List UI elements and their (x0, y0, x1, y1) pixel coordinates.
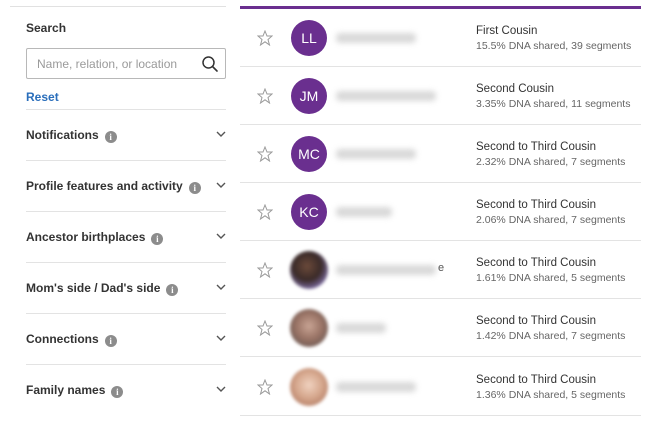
match-row[interactable]: MC Second to Third Cousin 2.32% DNA shar… (240, 125, 641, 183)
filter-notifications[interactable]: Notifications i (26, 109, 226, 160)
filter-label-text: Notifications (26, 128, 99, 142)
info-icon[interactable]: i (104, 335, 117, 347)
filter-label-ancestor-birthplaces: Ancestor birthplaces i (26, 230, 164, 245)
search-icon[interactable] (201, 55, 219, 73)
filter-label-text: Profile features and activity (26, 179, 183, 193)
filter-label-notifications: Notifications i (26, 128, 117, 143)
filter-connections[interactable]: Connections i (26, 313, 226, 364)
reset-link[interactable]: Reset (26, 90, 59, 104)
filter-label-connections: Connections i (26, 332, 117, 347)
dna-shared-info: 1.36% DNA shared, 5 segments (476, 389, 626, 401)
filter-label-moms-dads-side: Mom's side / Dad's side i (26, 281, 179, 296)
dna-shared-info: 15.5% DNA shared, 39 segments (476, 40, 632, 52)
match-name-fragment: e (438, 262, 445, 274)
filter-profile-features[interactable]: Profile features and activity i (26, 160, 226, 211)
chevron-down-icon[interactable] (216, 130, 226, 138)
avatar[interactable]: JM (291, 78, 327, 114)
match-row[interactable]: JM Second Cousin 3.35% DNA shared, 11 se… (240, 67, 641, 125)
filter-label-family-names: Family names i (26, 383, 124, 398)
relationship-label: Second to Third Cousin (476, 315, 596, 327)
filter-label-text: Ancestor birthplaces (26, 230, 146, 244)
chevron-down-icon[interactable] (216, 232, 226, 240)
match-row[interactable]: Second to Third Cousin 1.36% DNA shared,… (240, 358, 641, 416)
match-name-redacted[interactable] (336, 382, 416, 392)
chevron-down-icon[interactable] (216, 334, 226, 342)
filter-label-profile-features: Profile features and activity i (26, 179, 201, 194)
relationship-label: Second to Third Cousin (476, 199, 596, 211)
dna-shared-info: 2.32% DNA shared, 7 segments (476, 156, 626, 168)
avatar[interactable]: LL (291, 20, 327, 56)
search-field[interactable] (26, 48, 226, 79)
info-icon[interactable]: i (166, 284, 179, 296)
dna-shared-info: 1.42% DNA shared, 7 segments (476, 330, 626, 342)
star-icon[interactable] (257, 88, 273, 104)
info-icon[interactable]: i (104, 131, 117, 143)
star-icon[interactable] (257, 379, 273, 395)
search-input[interactable] (27, 49, 197, 78)
match-name-redacted[interactable] (336, 149, 416, 159)
star-icon[interactable] (257, 320, 273, 336)
sidebar-top-divider (10, 6, 226, 7)
avatar[interactable]: MC (291, 136, 327, 172)
filter-family-names[interactable]: Family names i (26, 364, 226, 415)
chevron-down-icon[interactable] (216, 181, 226, 189)
match-row[interactable]: Second to Third Cousin 1.42% DNA shared,… (240, 299, 641, 357)
info-icon[interactable]: i (111, 386, 124, 398)
filter-ancestor-birthplaces[interactable]: Ancestor birthplaces i (26, 211, 226, 262)
relationship-label: Second Cousin (476, 83, 554, 95)
dna-shared-info: 1.61% DNA shared, 5 segments (476, 272, 626, 284)
match-row[interactable]: KC Second to Third Cousin 2.06% DNA shar… (240, 183, 641, 241)
star-icon[interactable] (257, 30, 273, 46)
chevron-down-icon[interactable] (216, 385, 226, 393)
filter-moms-dads-side[interactable]: Mom's side / Dad's side i (26, 262, 226, 313)
search-label: Search (26, 21, 67, 35)
filter-label-text: Mom's side / Dad's side (26, 281, 161, 295)
relationship-label: Second to Third Cousin (476, 374, 596, 386)
chevron-down-icon[interactable] (216, 283, 226, 291)
dna-shared-info: 3.35% DNA shared, 11 segments (476, 98, 631, 110)
dna-shared-info: 2.06% DNA shared, 7 segments (476, 214, 626, 226)
relationship-label: Second to Third Cousin (476, 141, 596, 153)
profile-photo[interactable] (290, 368, 328, 406)
profile-photo[interactable] (290, 309, 328, 347)
match-name-redacted[interactable] (336, 33, 416, 43)
profile-photo[interactable] (290, 251, 328, 289)
avatar[interactable]: KC (291, 194, 327, 230)
star-icon[interactable] (257, 262, 273, 278)
match-name-redacted[interactable] (336, 207, 392, 217)
match-row[interactable]: e Second to Third Cousin 1.61% DNA share… (240, 241, 641, 299)
match-name-redacted[interactable] (336, 91, 436, 101)
match-name-redacted[interactable] (336, 323, 386, 333)
relationship-label: First Cousin (476, 25, 538, 37)
relationship-label: Second to Third Cousin (476, 257, 596, 269)
info-icon[interactable]: i (151, 233, 164, 245)
filter-label-text: Family names (26, 383, 106, 397)
filter-label-text: Connections (26, 332, 99, 346)
match-row[interactable]: LL First Cousin 15.5% DNA shared, 39 seg… (240, 9, 641, 67)
info-icon[interactable]: i (188, 182, 201, 194)
star-icon[interactable] (257, 204, 273, 220)
match-name-redacted[interactable] (336, 265, 436, 275)
star-icon[interactable] (257, 146, 273, 162)
